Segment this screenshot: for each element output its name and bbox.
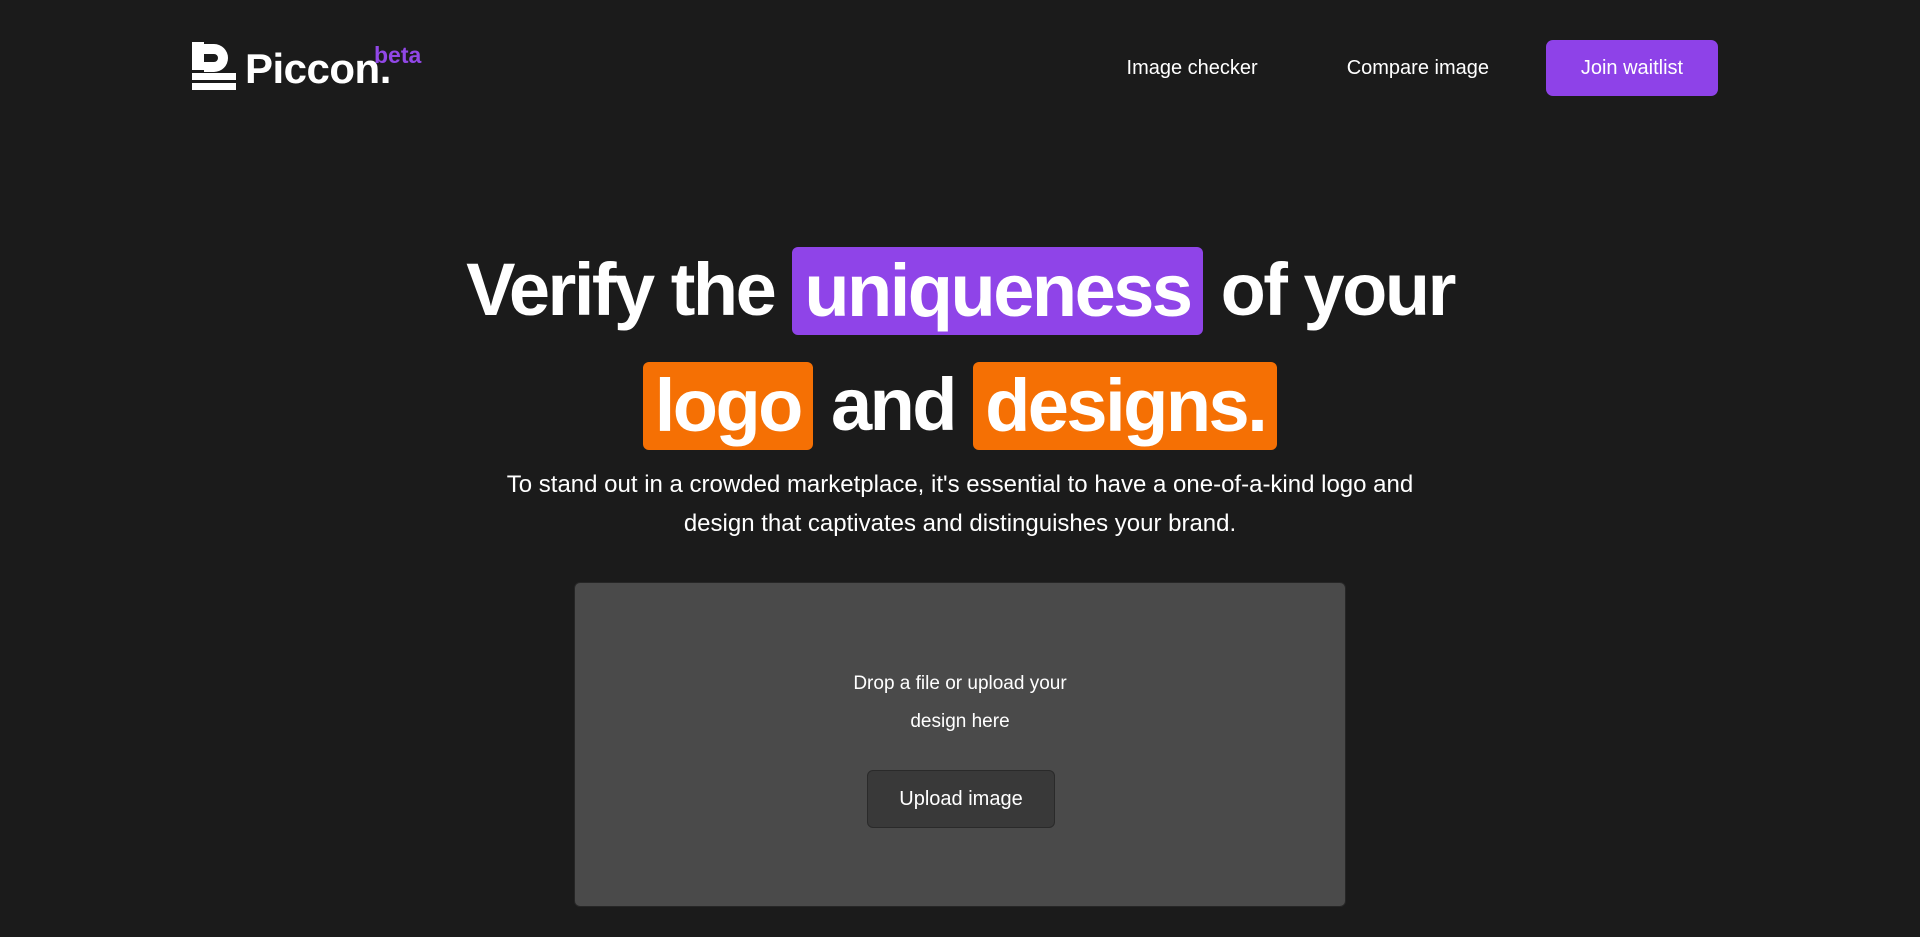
join-waitlist-button[interactable]: Join waitlist xyxy=(1546,40,1718,96)
file-dropzone[interactable]: Drop a file or upload your design here U… xyxy=(574,582,1346,907)
logo-wordmark: Piccon. xyxy=(245,45,391,92)
highlight-designs: designs. xyxy=(973,362,1278,451)
dropzone-prompt: Drop a file or upload your design here xyxy=(575,665,1345,741)
headline-line-2: logo and designs. xyxy=(0,347,1920,462)
headline-text: Verify the xyxy=(466,248,777,331)
headline-text: and xyxy=(830,363,958,446)
headline-line-1: Verify the uniqueness of your xyxy=(0,232,1920,347)
dropzone-prompt-line: Drop a file or upload your xyxy=(853,673,1067,694)
highlight-uniqueness: uniqueness xyxy=(792,247,1203,336)
piccon-logo-icon xyxy=(192,42,236,90)
main-nav: Image checker Compare image Join waitlis… xyxy=(1127,40,1718,96)
hero-headline: Verify the uniqueness of your logo and d… xyxy=(0,232,1920,462)
site-header: Piccon. beta Image checker Compare image… xyxy=(0,0,1920,135)
nav-compare-image[interactable]: Compare image xyxy=(1347,57,1489,80)
subtitle-line: design that captivates and distinguishes… xyxy=(683,510,1237,537)
page: Piccon. beta Image checker Compare image… xyxy=(0,0,1920,937)
upload-image-button[interactable]: Upload image xyxy=(867,770,1055,828)
nav-image-checker[interactable]: Image checker xyxy=(1127,57,1258,80)
dropzone-prompt-line: design here xyxy=(910,711,1010,732)
logo-link[interactable]: Piccon. beta xyxy=(192,40,421,92)
subtitle-line: To stand out in a crowded marketplace, i… xyxy=(506,471,1414,498)
headline-text: of your xyxy=(1220,248,1457,331)
beta-badge: beta xyxy=(374,42,422,68)
hero-subtitle: To stand out in a crowded marketplace, i… xyxy=(460,465,1460,543)
highlight-logo: logo xyxy=(642,362,813,451)
